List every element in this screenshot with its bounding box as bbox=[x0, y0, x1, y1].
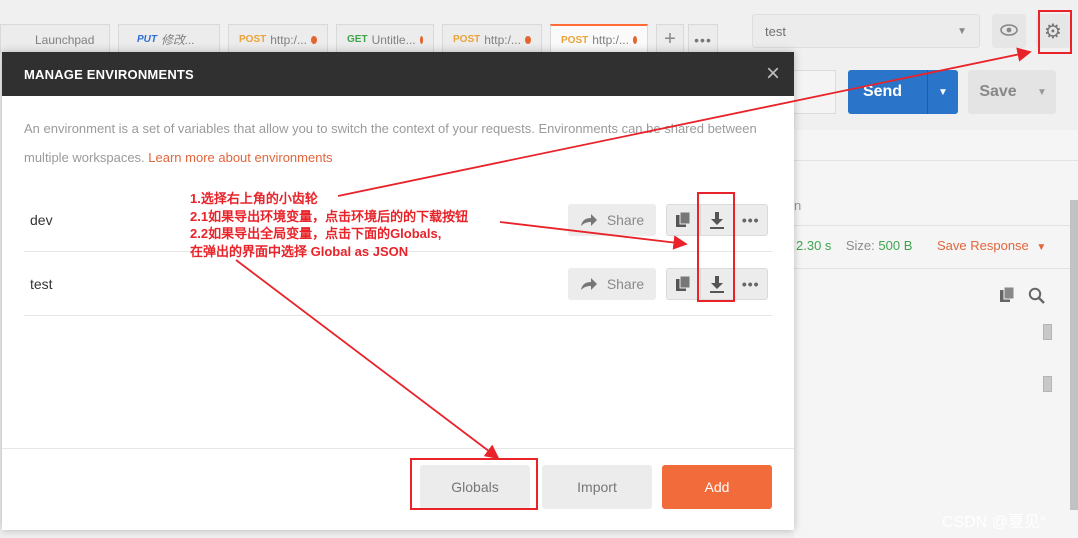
more-options-icon: ••• bbox=[741, 212, 760, 228]
share-label: Share bbox=[606, 212, 645, 228]
request-tab-bar: Launchpad PUT 修改... POST http:/... GET U… bbox=[0, 24, 718, 54]
highlight-globals-button bbox=[410, 458, 538, 510]
eye-icon bbox=[1000, 23, 1018, 39]
environment-select[interactable]: test ▼ bbox=[752, 14, 980, 48]
share-button[interactable]: Share bbox=[568, 204, 656, 236]
response-size: 500 B bbox=[878, 238, 913, 253]
divider bbox=[794, 160, 1078, 161]
response-tab-label-partial: n bbox=[794, 198, 802, 213]
manage-environments-modal: MANAGE ENVIRONMENTS × An environment is … bbox=[2, 52, 794, 530]
environment-name[interactable]: test bbox=[30, 276, 53, 292]
unsaved-dot bbox=[310, 35, 317, 44]
response-panel bbox=[794, 130, 1078, 538]
response-meta: 2.30 s Size: 500 B bbox=[796, 238, 912, 253]
tab-label: Untitle... bbox=[371, 32, 416, 47]
add-button[interactable]: Add bbox=[662, 465, 772, 509]
duplicate-icon bbox=[675, 212, 691, 227]
duplicate-icon bbox=[675, 276, 691, 291]
modal-description: An environment is a set of variables tha… bbox=[24, 114, 764, 172]
annotation-line: 2.1如果导出环境变量，点击环境后的的下载按钮 bbox=[190, 208, 469, 224]
tab-put-request[interactable]: PUT 修改... bbox=[118, 24, 220, 54]
tab-method: POST bbox=[239, 34, 267, 45]
divider bbox=[794, 225, 1078, 226]
tab-post-request-2[interactable]: POST http:/... bbox=[442, 24, 542, 54]
scrollbar-thumb[interactable] bbox=[1043, 324, 1052, 340]
import-button[interactable]: Import bbox=[542, 465, 652, 509]
share-label: Share bbox=[606, 276, 645, 292]
tab-method: POST bbox=[453, 34, 481, 45]
more-options-button[interactable]: ••• bbox=[734, 205, 767, 235]
annotation-text: 1.选择右上角的小齿轮 2.1如果导出环境变量，点击环境后的的下载按钮 2.2如… bbox=[190, 190, 468, 260]
environment-name[interactable]: dev bbox=[30, 212, 53, 228]
tab-get-request[interactable]: GET Untitle... bbox=[336, 24, 434, 54]
more-tabs-button[interactable]: ••• bbox=[688, 24, 718, 54]
response-time: 2.30 s bbox=[796, 238, 832, 253]
share-arrow-icon bbox=[580, 278, 597, 290]
environment-quick-look-button[interactable] bbox=[992, 14, 1026, 48]
tab-label: http:/... bbox=[484, 32, 521, 47]
learn-more-link[interactable]: Learn more about environments bbox=[148, 150, 332, 165]
unsaved-dot bbox=[524, 35, 531, 44]
tab-method: PUT bbox=[137, 34, 157, 45]
tab-label: http:/... bbox=[270, 32, 307, 47]
save-label: Save bbox=[979, 83, 1017, 100]
copy-icon[interactable] bbox=[1000, 286, 1015, 303]
unsaved-dot bbox=[632, 36, 637, 44]
tab-post-request-1[interactable]: POST http:/... bbox=[228, 24, 328, 54]
description-text: An environment is a set of variables tha… bbox=[24, 121, 757, 165]
tab-label: 修改... bbox=[161, 33, 196, 47]
environment-row-test: test Share ••• bbox=[24, 252, 772, 316]
save-button[interactable]: Save ▼ bbox=[968, 70, 1056, 114]
annotation-line: 在弹出的界面中选择 Global as JSON bbox=[190, 243, 409, 259]
save-response-button[interactable]: Save Response ▼ bbox=[937, 238, 1046, 253]
annotation-line: 1.选择右上角的小齿轮 bbox=[190, 191, 318, 206]
modal-header: MANAGE ENVIRONMENTS × bbox=[2, 52, 794, 96]
chevron-down-icon: ▼ bbox=[1036, 242, 1047, 253]
chevron-down-icon: ▼ bbox=[957, 25, 967, 37]
highlight-gear bbox=[1038, 10, 1072, 54]
save-response-label: Save Response bbox=[937, 238, 1029, 253]
duplicate-button[interactable] bbox=[667, 205, 701, 235]
duplicate-button[interactable] bbox=[667, 269, 701, 299]
send-label: Send bbox=[862, 83, 903, 100]
unsaved-dot bbox=[419, 35, 423, 44]
tab-method: GET bbox=[347, 34, 368, 45]
watermark: CSDN @夏见° bbox=[942, 514, 1047, 531]
share-button[interactable]: Share bbox=[568, 268, 656, 300]
share-arrow-icon bbox=[580, 214, 597, 226]
modal-footer: Globals Import Add bbox=[2, 448, 794, 530]
tab-label: Launchpad bbox=[35, 32, 95, 47]
tab-post-request-active[interactable]: POST http:/... bbox=[550, 24, 648, 54]
tab-method: POST bbox=[561, 34, 589, 46]
search-icon[interactable] bbox=[1028, 287, 1045, 304]
scrollbar-thumb[interactable] bbox=[1043, 376, 1052, 392]
modal-title: MANAGE ENVIRONMENTS bbox=[24, 66, 194, 82]
more-options-button[interactable]: ••• bbox=[734, 269, 767, 299]
close-icon[interactable]: × bbox=[766, 62, 780, 86]
url-input[interactable] bbox=[792, 70, 836, 114]
environment-selected-value: test bbox=[765, 23, 786, 39]
add-tab-button[interactable]: + bbox=[656, 24, 684, 54]
tab-launchpad[interactable]: Launchpad bbox=[0, 24, 110, 54]
window-scrollbar[interactable] bbox=[1070, 200, 1078, 510]
chevron-down-icon[interactable]: ▼ bbox=[1028, 87, 1056, 98]
response-size-label: Size: bbox=[845, 238, 875, 253]
chevron-down-icon[interactable]: ▼ bbox=[928, 87, 958, 98]
send-button[interactable]: Send ▼ bbox=[848, 70, 958, 114]
highlight-download-buttons bbox=[697, 192, 735, 302]
more-options-icon: ••• bbox=[741, 276, 760, 292]
tab-label: http:/... bbox=[592, 33, 629, 47]
annotation-line: 2.2如果导出全局变量，点击下面的Globals, bbox=[190, 226, 442, 241]
divider bbox=[794, 268, 1078, 269]
